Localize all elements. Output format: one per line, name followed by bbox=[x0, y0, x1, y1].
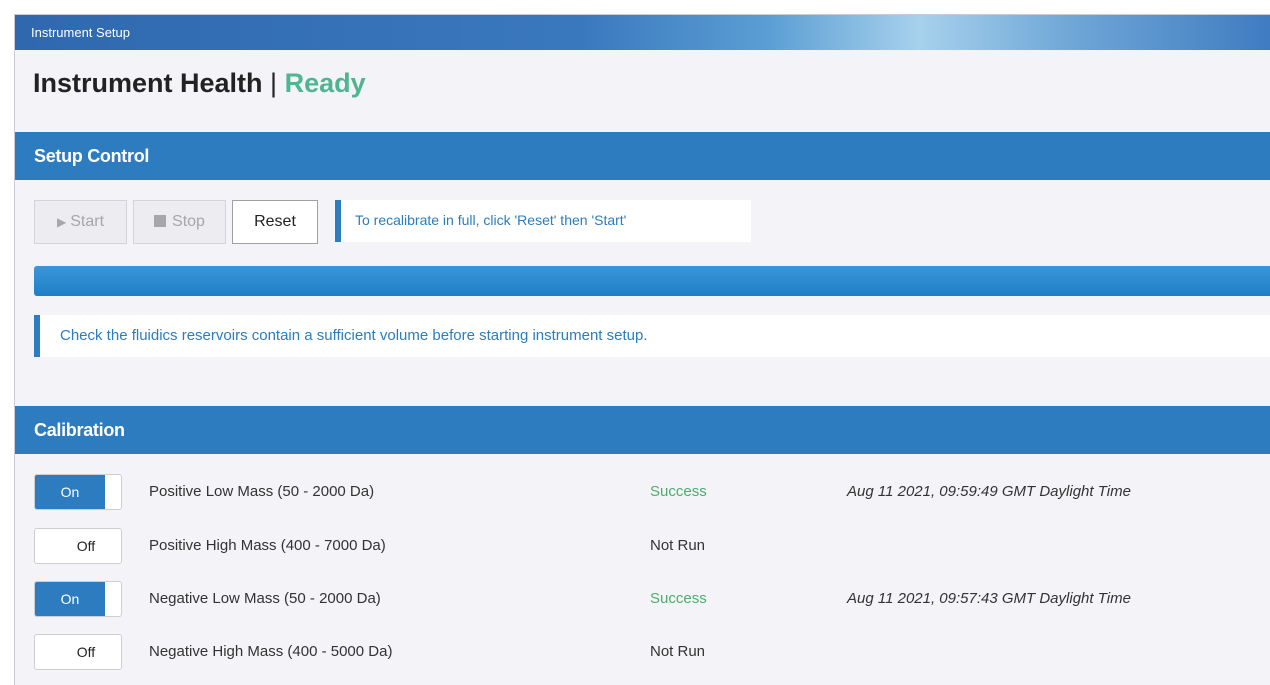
window-title: Instrument Setup bbox=[31, 25, 130, 40]
health-status: Ready bbox=[284, 68, 366, 98]
stop-button-label: Stop bbox=[172, 213, 205, 230]
setup-control-title: Setup Control bbox=[34, 146, 150, 166]
calibration-row: On Positive Low Mass (50 - 2000 Da) Succ… bbox=[15, 474, 1270, 514]
recalibrate-hint-text: To recalibrate in full, click 'Reset' th… bbox=[355, 212, 627, 228]
calibration-status: Success bbox=[650, 590, 707, 607]
instrument-setup-window: Instrument Setup Instrument Health | Rea… bbox=[14, 14, 1270, 685]
calibration-timestamp: Aug 11 2021, 09:57:43 GMT Daylight Time bbox=[847, 590, 1131, 607]
calibration-toggle[interactable]: Off bbox=[34, 634, 122, 670]
calibration-row: Off Positive High Mass (400 - 7000 Da) N… bbox=[15, 528, 1270, 568]
calibration-toggle[interactable]: On bbox=[34, 581, 122, 617]
toggle-label: On bbox=[35, 475, 105, 509]
recalibrate-hint: To recalibrate in full, click 'Reset' th… bbox=[335, 200, 751, 242]
fluidics-warning: Check the fluidics reservoirs contain a … bbox=[34, 315, 1270, 357]
setup-progress-bar bbox=[34, 266, 1270, 296]
calibration-name: Negative Low Mass (50 - 2000 Da) bbox=[149, 590, 381, 607]
calibration-status: Not Run bbox=[650, 537, 706, 554]
toggle-label: Off bbox=[51, 529, 121, 563]
instrument-health-heading: Instrument Health | Ready bbox=[33, 68, 366, 99]
health-title-label: Instrument Health bbox=[33, 68, 263, 98]
toggle-label: Off bbox=[51, 635, 121, 669]
health-separator: | bbox=[270, 68, 278, 98]
toggle-label: On bbox=[35, 582, 105, 616]
window-title-bar: Instrument Setup bbox=[15, 15, 1270, 50]
start-button[interactable]: ▶ Start bbox=[34, 200, 127, 244]
calibration-name: Positive High Mass (400 - 7000 Da) bbox=[149, 537, 386, 554]
calibration-toggle[interactable]: On bbox=[34, 474, 122, 510]
start-button-label: Start bbox=[70, 213, 105, 230]
calibration-status: Not Run bbox=[650, 643, 706, 660]
calibration-timestamp: Aug 11 2021, 09:59:49 GMT Daylight Time bbox=[847, 483, 1131, 500]
reset-button-label: Reset bbox=[254, 213, 296, 230]
calibration-status: Success bbox=[650, 483, 707, 500]
calibration-title: Calibration bbox=[34, 420, 125, 440]
setup-control-header: Setup Control bbox=[15, 132, 1270, 180]
calibration-header: Calibration bbox=[15, 406, 1270, 454]
calibration-row: On Negative Low Mass (50 - 2000 Da) Succ… bbox=[15, 581, 1270, 621]
calibration-toggle[interactable]: Off bbox=[34, 528, 122, 564]
calibration-name: Negative High Mass (400 - 5000 Da) bbox=[149, 643, 393, 660]
reset-button[interactable]: Reset bbox=[232, 200, 318, 244]
stop-square-icon bbox=[154, 215, 167, 227]
calibration-row: Off Negative High Mass (400 - 5000 Da) N… bbox=[15, 634, 1270, 674]
stop-button[interactable]: Stop bbox=[133, 200, 226, 244]
calibration-name: Positive Low Mass (50 - 2000 Da) bbox=[149, 483, 375, 500]
fluidics-warning-text: Check the fluidics reservoirs contain a … bbox=[60, 327, 648, 344]
play-icon: ▶ bbox=[56, 215, 67, 229]
